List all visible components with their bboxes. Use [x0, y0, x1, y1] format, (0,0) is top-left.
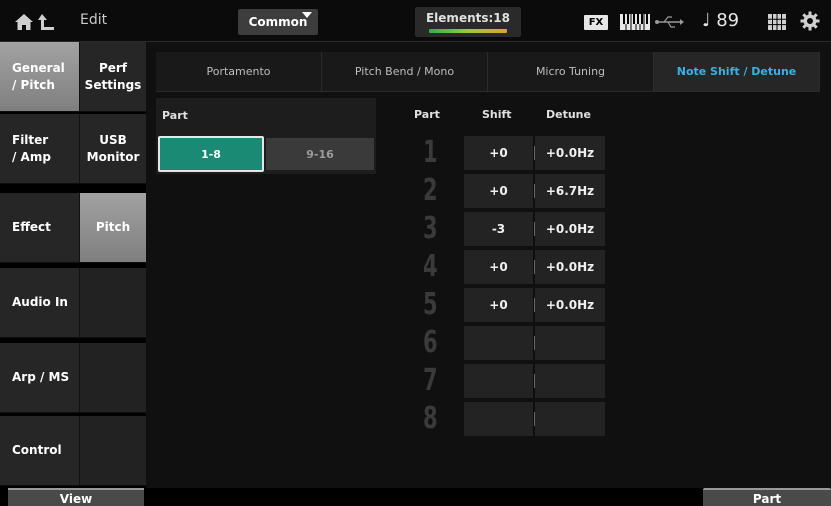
subcategory-label: Perf Settings [84, 61, 142, 92]
detune-value-cell[interactable]: +0.0Hz [535, 136, 605, 170]
subcategory-label: USB Monitor [86, 133, 140, 164]
tab-micro-tuning[interactable]: Micro Tuning [488, 52, 654, 91]
function-tabs: Portamento Pitch Bend / Mono Micro Tunin… [156, 52, 820, 92]
tab-pitch-bend-mono[interactable]: Pitch Bend / Mono [322, 52, 488, 91]
category-label: Arp / MS [12, 370, 70, 385]
category-column: General / Pitch Filter / Amp Effect Audi… [0, 42, 80, 488]
category-filter-amp[interactable]: Filter / Amp [0, 114, 80, 184]
category-label: Audio In [12, 295, 68, 310]
category-label: Filter / Amp [12, 133, 51, 164]
column-header-detune: Detune [546, 108, 591, 121]
detune-value-cell[interactable]: +6.7Hz [535, 174, 605, 208]
shift-value-cell[interactable]: +0 [464, 250, 534, 284]
detune-value-cell [535, 364, 605, 398]
part-number: 7 [423, 363, 438, 398]
subcategory-label: Pitch [95, 220, 131, 235]
back-up-icon[interactable] [38, 12, 56, 32]
category-general-pitch[interactable]: General / Pitch [0, 42, 80, 112]
shift-value-cell [464, 402, 534, 436]
column-header-part: Part [414, 108, 440, 121]
common-label: Common [248, 15, 308, 29]
subcategory-column: Perf Settings USB Monitor Pitch [80, 42, 146, 488]
category-audio-in[interactable]: Audio In [0, 268, 80, 338]
part-button[interactable]: Part [703, 488, 831, 506]
detune-value-cell[interactable]: +0.0Hz [535, 288, 605, 322]
elements-indicator[interactable]: Elements:18 [415, 7, 521, 37]
category-label: Effect [12, 220, 51, 235]
grid-icon[interactable] [768, 14, 786, 30]
top-bar: Edit Common Elements:18 FX ♩ 89 [0, 0, 831, 42]
subcategory-empty [80, 416, 146, 486]
category-control[interactable]: Control [0, 416, 80, 486]
category-effect[interactable]: Effect [0, 193, 80, 263]
subcategory-empty [80, 268, 146, 338]
usb-icon [655, 16, 684, 28]
category-label: Control [12, 443, 62, 458]
elements-meter [429, 29, 507, 33]
detune-value-cell [535, 326, 605, 360]
part-number: 1 [423, 135, 438, 170]
tab-note-shift-detune[interactable]: Note Shift / Detune [654, 52, 820, 91]
category-arp-ms[interactable]: Arp / MS [0, 343, 80, 413]
shift-value-cell[interactable]: -3 [464, 212, 534, 246]
edit-label: Edit [80, 12, 108, 28]
column-header-shift: Shift [482, 108, 512, 121]
fx-badge[interactable]: FX [584, 15, 608, 30]
dropdown-caret-icon [302, 12, 312, 18]
subcategory-usb-monitor[interactable]: USB Monitor [80, 114, 146, 184]
shift-value-cell [464, 326, 534, 360]
tempo-display[interactable]: ♩ 89 [702, 10, 739, 31]
part-selector-label: Part [162, 109, 188, 122]
shift-value-cell [464, 364, 534, 398]
part-range-9-16-button[interactable]: 9-16 [266, 138, 374, 170]
subcategory-pitch[interactable]: Pitch [80, 193, 146, 263]
category-label: General / Pitch [12, 61, 65, 92]
shift-value-cell[interactable]: +0 [464, 174, 534, 208]
part-number: 2 [423, 173, 438, 208]
shift-value-cell[interactable]: +0 [464, 136, 534, 170]
part-number: 5 [423, 287, 438, 322]
keyboard-icon [620, 14, 650, 30]
part-number: 3 [423, 211, 438, 246]
detune-value-cell[interactable]: +0.0Hz [535, 212, 605, 246]
shift-value-cell[interactable]: +0 [464, 288, 534, 322]
part-number: 6 [423, 325, 438, 360]
part-range-selector: Part 1-8 9-16 [156, 98, 376, 174]
detune-value-cell[interactable]: +0.0Hz [535, 250, 605, 284]
common-button[interactable]: Common [238, 9, 318, 35]
elements-label: Elements:18 [425, 11, 510, 25]
subcategory-perf-settings[interactable]: Perf Settings [80, 42, 146, 112]
detune-value-cell [535, 402, 605, 436]
part-number: 8 [423, 401, 438, 436]
home-icon[interactable] [14, 13, 34, 31]
tab-portamento[interactable]: Portamento [156, 52, 322, 91]
view-button[interactable]: View [8, 488, 144, 506]
part-number: 4 [423, 249, 438, 284]
part-range-1-8-button[interactable]: 1-8 [158, 136, 264, 172]
gear-icon[interactable] [800, 11, 820, 31]
subcategory-empty [80, 343, 146, 413]
